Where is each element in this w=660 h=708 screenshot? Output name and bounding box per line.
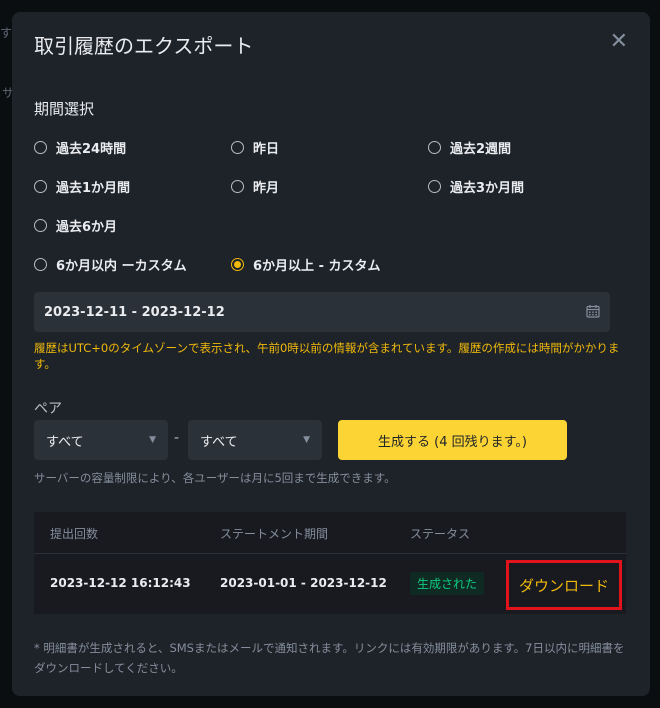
table-row: 2023-12-12 16:12:43 2023-01-01 - 2023-12… [34, 554, 626, 614]
period-selection-label: 期間選択 [34, 100, 95, 118]
period-option-label: 過去24時間 [56, 142, 127, 157]
notification-footer-note: * 明細書が生成されると、SMSまたはメールで通知されます。リンクには有効期限が… [34, 641, 625, 675]
generate-button[interactable]: 生成する (4 回残ります。) [338, 420, 567, 460]
radio-icon [34, 180, 47, 193]
generation-limit-note: サーバーの容量制限により、各ユーザーは月に5回まで生成できます。 [34, 471, 396, 485]
submitted-time: 2023-12-12 16:12:43 [50, 576, 191, 590]
period-option-last-month[interactable]: 昨月 [231, 177, 279, 196]
radio-icon [231, 141, 244, 154]
caret-down-icon: ▼ [303, 435, 310, 445]
period-option-label: 昨日 [253, 142, 280, 157]
period-option-label: 過去6か月 [56, 220, 118, 235]
base-asset-value: すべて [46, 434, 84, 450]
radio-icon [428, 180, 441, 193]
backdrop-fragment: す [0, 26, 13, 40]
timezone-warning: 履歴はUTC+0のタイムゾーンで表示され、午前0時以前の情報が含まれています。履… [34, 341, 620, 371]
period-option-label: 過去3か月間 [450, 181, 525, 196]
period-option-yesterday[interactable]: 昨日 [231, 138, 279, 157]
quote-asset-value: すべて [200, 434, 238, 450]
radio-checked-icon [231, 258, 244, 271]
period-option-label: 6か月以内 ーカスタム [56, 259, 187, 274]
period-option-label: 過去1か月間 [56, 181, 131, 196]
radio-icon [34, 258, 47, 271]
column-header-submitted: 提出回数 [50, 527, 99, 541]
period-option-2weeks[interactable]: 過去2週間 [428, 138, 511, 157]
period-option-custom-within-6m[interactable]: 6か月以内 ーカスタム [34, 255, 187, 274]
period-option-3months[interactable]: 過去3か月間 [428, 177, 524, 196]
period-option-label: 昨月 [253, 181, 280, 196]
close-icon[interactable]: ✕ [610, 30, 628, 54]
calendar-icon [586, 305, 600, 318]
date-range-picker[interactable]: 2023-12-11 - 2023-12-12 [34, 292, 610, 332]
base-asset-select[interactable]: すべて ▼ [34, 420, 168, 460]
radio-icon [231, 180, 244, 193]
period-option-1month[interactable]: 過去1か月間 [34, 177, 130, 196]
table-header: 提出回数 ステートメント期間 ステータス [34, 512, 626, 554]
radio-icon [34, 219, 47, 232]
status-badge: 生成された [410, 572, 485, 595]
radio-icon [428, 141, 441, 154]
quote-asset-select[interactable]: すべて ▼ [188, 420, 322, 460]
caret-down-icon: ▼ [149, 435, 156, 445]
period-option-label: 6か月以上 - カスタム [253, 259, 381, 274]
date-range-value: 2023-12-11 - 2023-12-12 [44, 304, 225, 320]
statement-period: 2023-01-01 - 2023-12-12 [220, 576, 387, 590]
pair-separator: - [174, 430, 180, 446]
pair-label: ペア [34, 401, 62, 417]
download-link[interactable]: ダウンロード [506, 560, 622, 610]
export-trade-history-dialog: 取引履歴のエクスポート ✕ 期間選択 過去24時間 昨日 過去2週間 過去1か月… [12, 12, 650, 696]
period-option-custom-over-6m[interactable]: 6か月以上 - カスタム [231, 255, 381, 274]
period-option-24h[interactable]: 過去24時間 [34, 138, 126, 157]
dialog-title: 取引履歴のエクスポート [34, 34, 254, 58]
radio-icon [34, 141, 47, 154]
period-option-6months[interactable]: 過去6か月 [34, 216, 117, 235]
column-header-status: ステータス [410, 527, 471, 541]
column-header-period: ステートメント期間 [220, 527, 329, 541]
period-option-label: 過去2週間 [450, 142, 512, 157]
